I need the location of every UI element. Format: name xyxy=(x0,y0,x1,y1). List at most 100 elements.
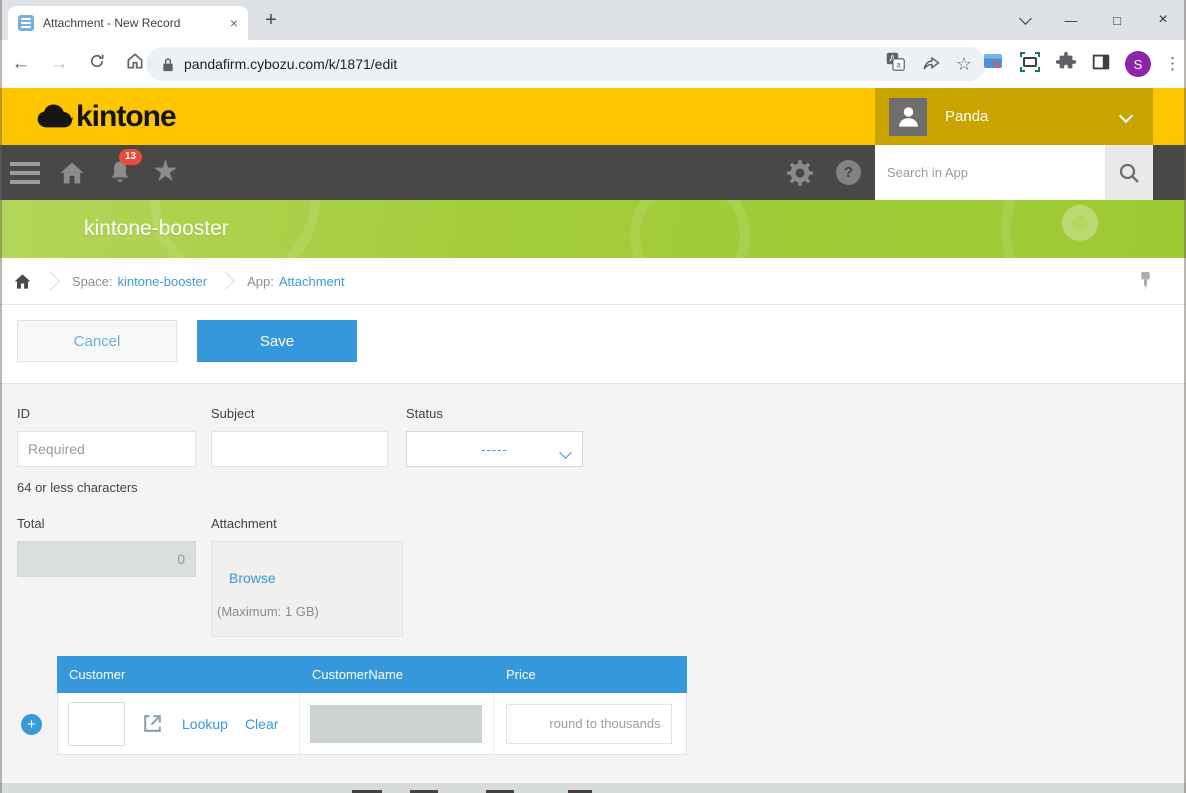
settings-gear-icon[interactable] xyxy=(786,159,814,187)
breadcrumb-home-icon[interactable] xyxy=(13,272,32,291)
table-row: Lookup Clear xyxy=(57,693,687,755)
address-bar[interactable]: pandafirm.cybozu.com/k/1871/edit Aa ☆ xyxy=(146,47,986,81)
window-extension-icon[interactable] xyxy=(981,50,1005,79)
tab-search-chevron-icon[interactable] xyxy=(1002,0,1048,40)
forward-icon[interactable]: → xyxy=(48,53,70,75)
banner-decoration xyxy=(1062,205,1098,241)
app-search-input[interactable] xyxy=(875,145,1105,200)
user-menu[interactable]: Panda xyxy=(875,88,1153,145)
space-banner: kintone-booster xyxy=(0,200,1186,258)
banner-decoration xyxy=(630,200,750,258)
sidebar-toggle-icon[interactable] xyxy=(1090,51,1112,78)
external-link-icon[interactable] xyxy=(140,711,165,736)
help-icon[interactable]: ? xyxy=(836,160,861,185)
breadcrumb-chevron-icon xyxy=(40,271,60,291)
add-row-button[interactable]: + xyxy=(21,714,42,735)
browser-profile-avatar[interactable]: S xyxy=(1125,51,1151,77)
status-dropdown[interactable]: ----- xyxy=(406,431,583,467)
save-button[interactable]: Save xyxy=(197,320,357,362)
back-icon[interactable]: ← xyxy=(10,53,32,75)
new-tab-button[interactable]: + xyxy=(258,7,284,33)
extension-cluster: S ⋮ xyxy=(981,40,1181,88)
person-icon xyxy=(898,107,918,127)
hamburger-menu-icon[interactable] xyxy=(10,162,40,189)
status-dropdown-value: ----- xyxy=(481,441,508,457)
price-cell xyxy=(494,693,686,754)
kintone-logo-text: kintone xyxy=(76,99,177,133)
breadcrumb: Space: kintone-booster App: Attachment xyxy=(0,258,1186,305)
kintone-header: kintone Panda xyxy=(0,88,1186,145)
breadcrumb-app-link[interactable]: Attachment xyxy=(279,274,345,289)
user-avatar xyxy=(889,97,927,136)
customer-input[interactable] xyxy=(68,701,125,746)
id-field-input[interactable] xyxy=(17,431,196,467)
screenshot-extension-icon[interactable] xyxy=(1018,50,1042,79)
search-icon xyxy=(1119,163,1139,183)
search-submit-button[interactable] xyxy=(1105,145,1153,200)
browser-tab[interactable]: Attachment - New Record × xyxy=(8,6,248,40)
svg-text:a: a xyxy=(896,61,901,70)
overflow-menu-icon[interactable]: ⋮ xyxy=(1164,54,1181,74)
record-form: ID 64 or less characters Subject Status … xyxy=(0,383,1186,783)
window-controls: — □ × xyxy=(1002,0,1186,40)
share-icon[interactable] xyxy=(921,52,941,77)
attachment-max-note: (Maximum: 1 GB) xyxy=(217,604,319,619)
app-search-box[interactable] xyxy=(875,145,1105,200)
extensions-puzzle-icon[interactable] xyxy=(1055,51,1077,78)
browser-toolbar: ← → pandafirm.cybozu.com/k/1871/edit Aa xyxy=(0,40,1186,88)
attachment-dropzone: Browse (Maximum: 1 GB) xyxy=(211,541,403,637)
column-header-customername: CustomerName xyxy=(312,667,404,682)
lookup-button[interactable]: Lookup xyxy=(182,716,228,732)
window-edge xyxy=(0,0,2,793)
browse-link[interactable]: Browse xyxy=(229,570,276,586)
chevron-down-icon xyxy=(559,445,572,460)
kintone-logo[interactable]: kintone xyxy=(36,88,177,145)
favorites-star-icon[interactable]: ★ xyxy=(152,154,179,190)
subject-field-label: Subject xyxy=(211,406,255,421)
bookmark-star-icon[interactable]: ☆ xyxy=(956,54,972,75)
customer-cell: Lookup Clear xyxy=(58,693,301,754)
subject-field-input[interactable] xyxy=(211,431,388,467)
tab-close-icon[interactable]: × xyxy=(230,15,238,31)
record-action-bar: Cancel Save xyxy=(0,305,1186,383)
url-text: pandafirm.cybozu.com/k/1871/edit xyxy=(184,56,398,72)
customername-readonly-field xyxy=(310,704,483,743)
pin-icon[interactable] xyxy=(1139,271,1152,297)
browser-window: Attachment - New Record × + — □ × ← → pa… xyxy=(0,0,1186,793)
window-maximize-button[interactable]: □ xyxy=(1094,0,1140,40)
lookup-table: Customer CustomerName Price Lookup Clear xyxy=(57,656,687,755)
global-nav: 13 ★ ? xyxy=(0,145,1186,200)
breadcrumb-app-prefix: App: xyxy=(247,273,274,289)
lock-icon xyxy=(162,57,174,72)
portal-home-icon[interactable] xyxy=(58,159,86,187)
breadcrumb-chevron-icon xyxy=(215,271,236,291)
id-field-hint: 64 or less characters xyxy=(17,480,138,495)
cut-off-content-strip xyxy=(0,783,1186,793)
customername-cell xyxy=(300,693,494,754)
price-input[interactable] xyxy=(505,703,672,744)
window-minimize-button[interactable]: — xyxy=(1048,0,1094,40)
table-header-row: Customer CustomerName Price xyxy=(57,656,687,693)
breadcrumb-space-link[interactable]: kintone-booster xyxy=(117,274,207,289)
window-close-button[interactable]: × xyxy=(1140,0,1186,40)
breadcrumb-space-prefix: Space: xyxy=(72,273,113,289)
clear-button[interactable]: Clear xyxy=(245,716,278,732)
column-header-price: Price xyxy=(506,667,536,682)
reload-icon[interactable] xyxy=(86,52,108,76)
id-field-label: ID xyxy=(17,406,30,421)
cancel-button[interactable]: Cancel xyxy=(17,320,177,362)
user-menu-chevron-icon xyxy=(1118,108,1134,126)
column-header-customer: Customer xyxy=(69,667,126,682)
status-field-label: Status xyxy=(406,406,443,421)
user-name: Panda xyxy=(945,108,989,125)
translate-icon[interactable]: Aa xyxy=(885,51,906,77)
cloud-logo-icon xyxy=(37,104,73,128)
space-title[interactable]: kintone-booster xyxy=(84,200,229,258)
notification-count-badge: 13 xyxy=(119,149,142,165)
home-icon[interactable] xyxy=(124,51,146,77)
total-field-input xyxy=(17,541,196,577)
total-field-label: Total xyxy=(17,516,45,531)
kintone-app-favicon xyxy=(18,15,34,31)
browser-titlebar: Attachment - New Record × + — □ × xyxy=(0,0,1186,40)
attachment-field-label: Attachment xyxy=(211,516,277,531)
